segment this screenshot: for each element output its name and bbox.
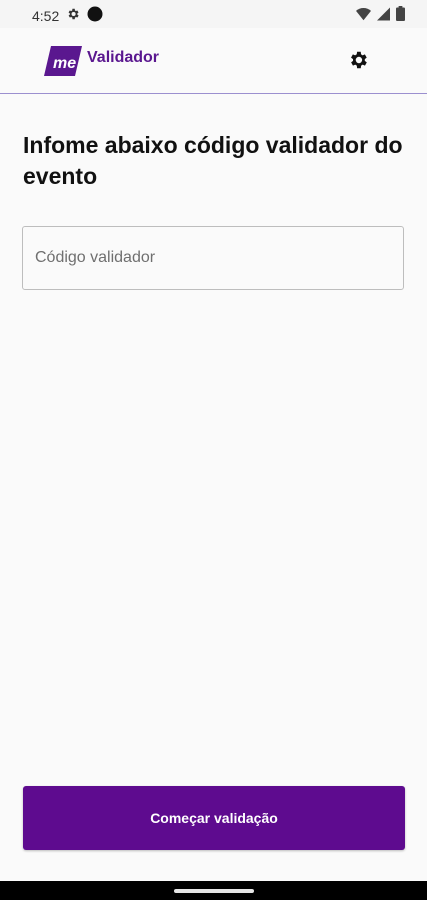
status-bar-right xyxy=(356,6,405,26)
status-bar-left: 4:52 xyxy=(32,6,103,25)
record-dot-icon xyxy=(87,6,103,25)
battery-icon xyxy=(396,6,405,26)
app-logo-text: me xyxy=(53,55,76,72)
settings-button[interactable] xyxy=(344,48,372,76)
app-title: Validador xyxy=(87,49,160,66)
start-validation-button[interactable]: Começar validação xyxy=(23,786,405,850)
code-field[interactable] xyxy=(22,226,404,290)
home-gesture-handle[interactable] xyxy=(174,889,254,893)
gear-icon xyxy=(347,49,369,76)
gear-icon xyxy=(66,7,80,24)
app-bar: me Validador xyxy=(0,28,427,94)
status-bar: 4:52 xyxy=(0,0,427,28)
code-input[interactable] xyxy=(23,227,403,289)
wifi-icon xyxy=(356,7,371,26)
navigation-bar xyxy=(0,881,427,900)
app-logo: me xyxy=(44,46,82,76)
page-heading: Infome abaixo código validador do evento xyxy=(23,132,403,189)
signal-icon xyxy=(377,7,390,26)
status-time: 4:52 xyxy=(32,7,60,24)
